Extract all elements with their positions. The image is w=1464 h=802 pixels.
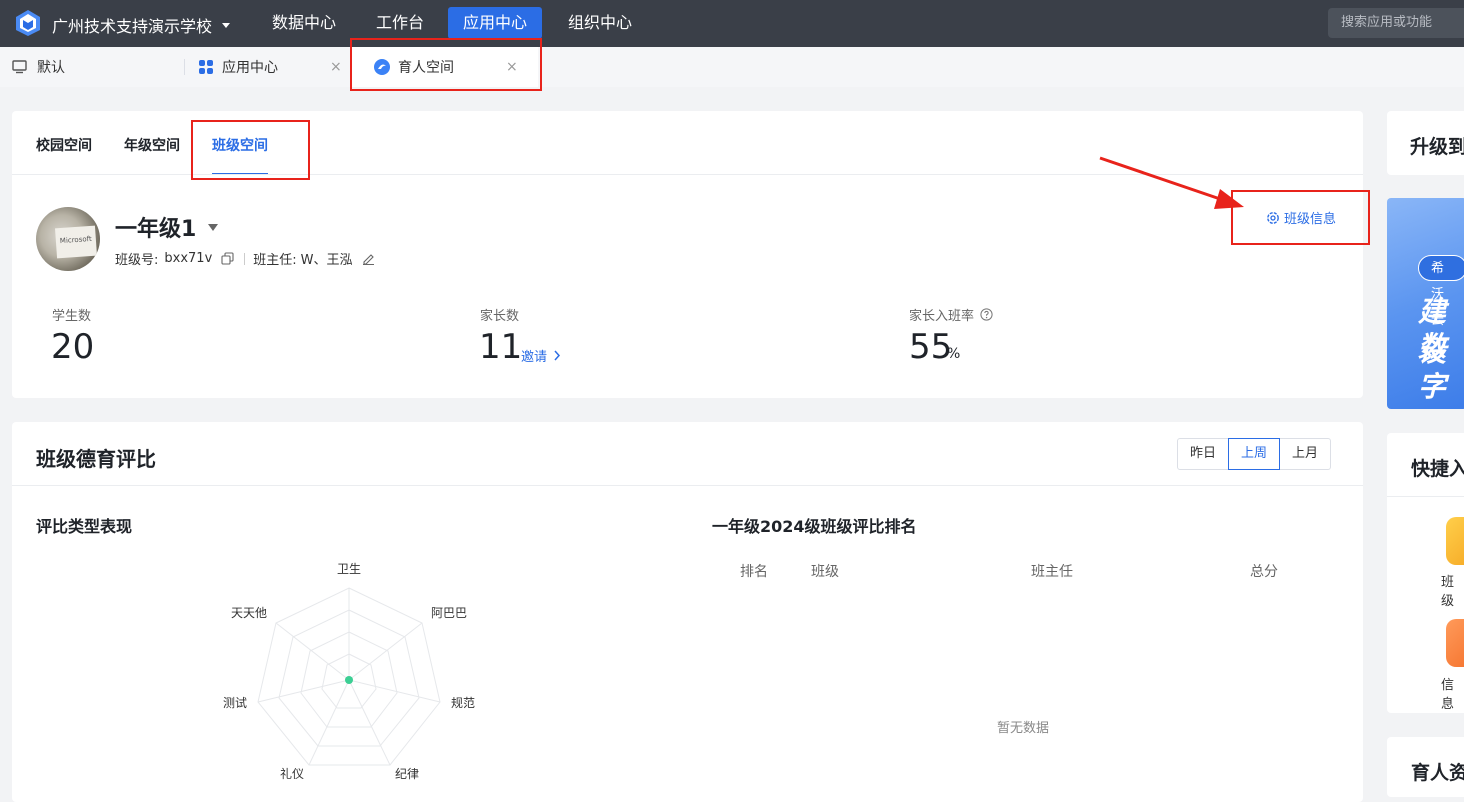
class-name: 一年级1	[115, 217, 197, 242]
nav-data-center[interactable]: 数据中心	[257, 7, 351, 39]
radar-label-discipline: 纪律	[395, 767, 420, 781]
shortcut-title: 快捷入	[1411, 458, 1464, 480]
parent-rate-unit: %	[947, 346, 961, 362]
banner-line-2: 数字	[1418, 330, 1447, 403]
tab-label: 应用中心	[222, 60, 278, 76]
radar-label-test: 测试	[223, 696, 248, 710]
section-title: 班级德育评比	[36, 447, 156, 471]
arrow-annotation-icon	[1099, 156, 1244, 209]
tab-default[interactable]: 默认	[12, 47, 182, 87]
resource-card: 育人资	[1387, 737, 1464, 797]
parents-count: 11	[479, 327, 523, 367]
radar-label-norms: 规范	[451, 696, 476, 710]
tab-divider	[184, 59, 185, 75]
monitor-icon	[12, 60, 27, 74]
parent-rate-label-wrap: 家长入班率	[909, 305, 993, 324]
highlight-box-tab	[350, 38, 542, 91]
copy-icon[interactable]	[221, 252, 234, 265]
tab-app-center[interactable]: 应用中心 ×	[198, 47, 348, 87]
ranking-title: 一年级2024级班级评比排名	[712, 517, 917, 536]
col-teacher: 班主任	[1031, 564, 1073, 580]
teacher-name: W、王泓	[300, 253, 353, 268]
school-switcher[interactable]: 广州技术支持演示学校	[52, 13, 231, 37]
banner-pill: 希沃云	[1418, 255, 1464, 328]
radar-label-etiquette: 礼仪	[280, 767, 305, 781]
info-app-icon[interactable]	[1446, 619, 1464, 667]
col-total: 总分	[1250, 564, 1278, 580]
avatar-image: Microsoft	[55, 225, 97, 259]
top-navigation-bar: 广州技术支持演示学校 数据中心 工作台 应用中心 组织中心 搜索应用或功能	[0, 0, 1464, 47]
divider	[1387, 496, 1464, 497]
range-last-week[interactable]: 上周	[1228, 438, 1281, 470]
students-count: 20	[51, 327, 95, 367]
upgrade-card[interactable]: 升级到	[1387, 111, 1464, 175]
invite-label: 邀请	[521, 350, 548, 365]
class-avatar[interactable]: Microsoft	[36, 207, 100, 271]
promo-banner[interactable]: 希沃云 建设 数字	[1387, 198, 1464, 409]
radar-chart	[257, 587, 441, 766]
col-class: 班级	[811, 564, 839, 580]
parents-label: 家长数	[480, 309, 520, 324]
nav-workbench[interactable]: 工作台	[361, 7, 439, 39]
radar-title: 评比类型表现	[36, 517, 133, 536]
teacher-label: 班主任:	[253, 253, 297, 268]
students-label: 学生数	[52, 309, 92, 324]
subtab-grade[interactable]: 年级空间	[124, 135, 180, 155]
class-code: bxx71v	[164, 251, 213, 266]
col-rank: 排名	[740, 564, 768, 580]
range-last-month[interactable]: 上月	[1279, 438, 1332, 470]
nav-app-center[interactable]: 应用中心	[448, 7, 543, 39]
close-icon[interactable]: ×	[330, 59, 342, 75]
meta-divider	[244, 252, 246, 265]
caret-down-icon	[208, 223, 219, 231]
class-code-label: 班级号:	[115, 253, 159, 268]
invite-link[interactable]: 邀请	[521, 346, 561, 365]
chevron-right-icon	[554, 350, 561, 361]
divider	[12, 485, 1363, 486]
upgrade-title: 升级到	[1410, 136, 1464, 158]
subtab-campus[interactable]: 校园空间	[36, 135, 92, 155]
apps-grid-icon	[199, 60, 213, 74]
time-range-selector: 昨日 上周 上月	[1177, 438, 1332, 470]
highlight-box-classinfo	[1231, 190, 1370, 245]
info-app-label[interactable]: 信息	[1441, 674, 1464, 712]
highlight-box-subtab	[191, 120, 310, 180]
school-logo-icon[interactable]	[14, 9, 42, 37]
radar-label-hygiene: 卫生	[337, 562, 362, 576]
radar-data-point[interactable]	[345, 676, 353, 684]
chevron-down-icon	[222, 22, 231, 28]
tab-label: 默认	[37, 60, 65, 76]
moral-evaluation-card: 班级德育评比 昨日 上周 上月 评比类型表现 一年级2024级班级评比排名 排名…	[12, 422, 1363, 802]
help-icon[interactable]	[980, 308, 993, 321]
class-app-icon[interactable]	[1446, 517, 1464, 565]
edit-icon[interactable]	[362, 252, 375, 265]
tab-bar: 默认 应用中心 × 育人空间 ×	[0, 47, 1464, 87]
radar-label-ababa: 阿巴巴	[431, 606, 468, 620]
parent-rate-value: 55	[909, 327, 953, 367]
radar-label-tiantianta: 天天他	[231, 606, 268, 620]
class-selector[interactable]: 一年级1	[115, 211, 219, 243]
parent-rate-label: 家长入班率	[909, 309, 975, 324]
nav-org-center[interactable]: 组织中心	[553, 7, 647, 39]
range-yesterday[interactable]: 昨日	[1177, 438, 1230, 470]
class-app-label[interactable]: 班级	[1441, 571, 1464, 609]
resource-title: 育人资	[1411, 762, 1464, 784]
class-meta: 班级号: bxx71v 班主任: W、王泓	[115, 249, 375, 268]
school-name: 广州技术支持演示学校	[52, 17, 213, 36]
search-input[interactable]: 搜索应用或功能	[1328, 8, 1464, 38]
empty-state: 暂无数据	[997, 721, 1050, 736]
